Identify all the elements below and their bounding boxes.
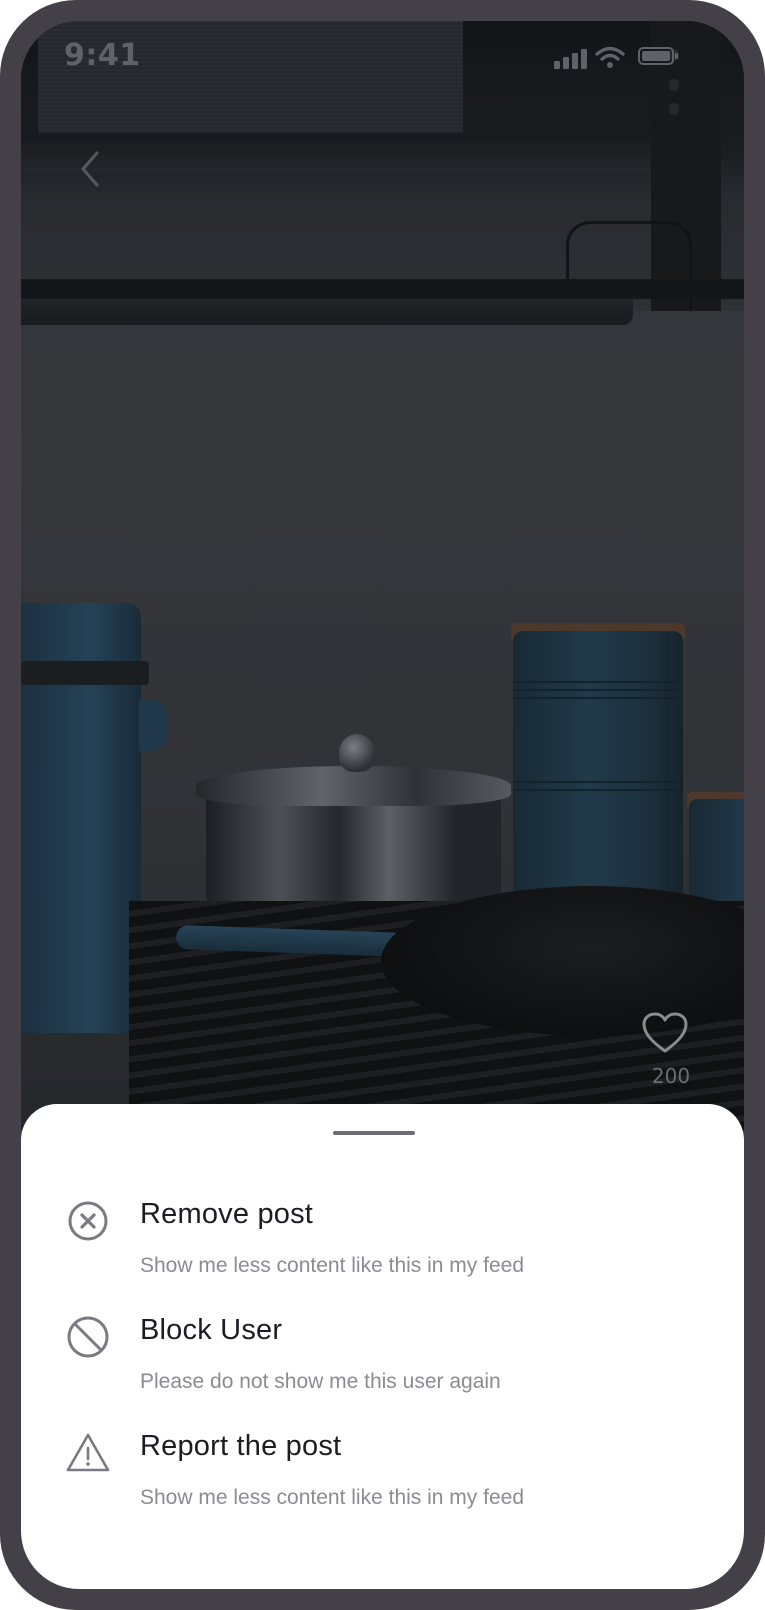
phone-frame: 9:41 200 Remove post Show me less conten… (0, 0, 765, 1610)
option-title: Report the post (140, 1430, 342, 1462)
status-time: 9:41 (64, 38, 141, 73)
option-title: Block User (140, 1314, 283, 1346)
remove-post-option[interactable]: Remove post Show me less content like th… (21, 1198, 744, 1308)
block-icon (67, 1316, 109, 1358)
chevron-left-icon[interactable] (75, 149, 105, 189)
status-bar: 9:41 (21, 21, 744, 91)
cellular-signal-icon (554, 47, 588, 69)
option-subtitle: Show me less content like this in my fee… (140, 1254, 525, 1277)
screen: 9:41 200 Remove post Show me less conten… (21, 21, 744, 1589)
options-bottom-sheet: Remove post Show me less content like th… (21, 1104, 744, 1589)
option-subtitle: Please do not show me this user again (140, 1370, 501, 1393)
option-subtitle: Show me less content like this in my fee… (140, 1486, 525, 1509)
like-count: 200 (651, 1064, 691, 1088)
report-post-option[interactable]: Report the post Show me less content lik… (21, 1430, 744, 1540)
block-user-option[interactable]: Block User Please do not show me this us… (21, 1314, 744, 1424)
sheet-grabber[interactable] (333, 1131, 415, 1135)
battery-icon (638, 47, 678, 65)
heart-icon[interactable] (641, 1011, 689, 1055)
option-title: Remove post (140, 1198, 314, 1230)
warning-triangle-icon (66, 1433, 110, 1472)
post-photo: 9:41 200 (21, 21, 744, 1131)
close-circle-icon (68, 1201, 108, 1241)
wifi-icon (595, 46, 625, 68)
modal-scrim[interactable] (21, 21, 744, 1131)
